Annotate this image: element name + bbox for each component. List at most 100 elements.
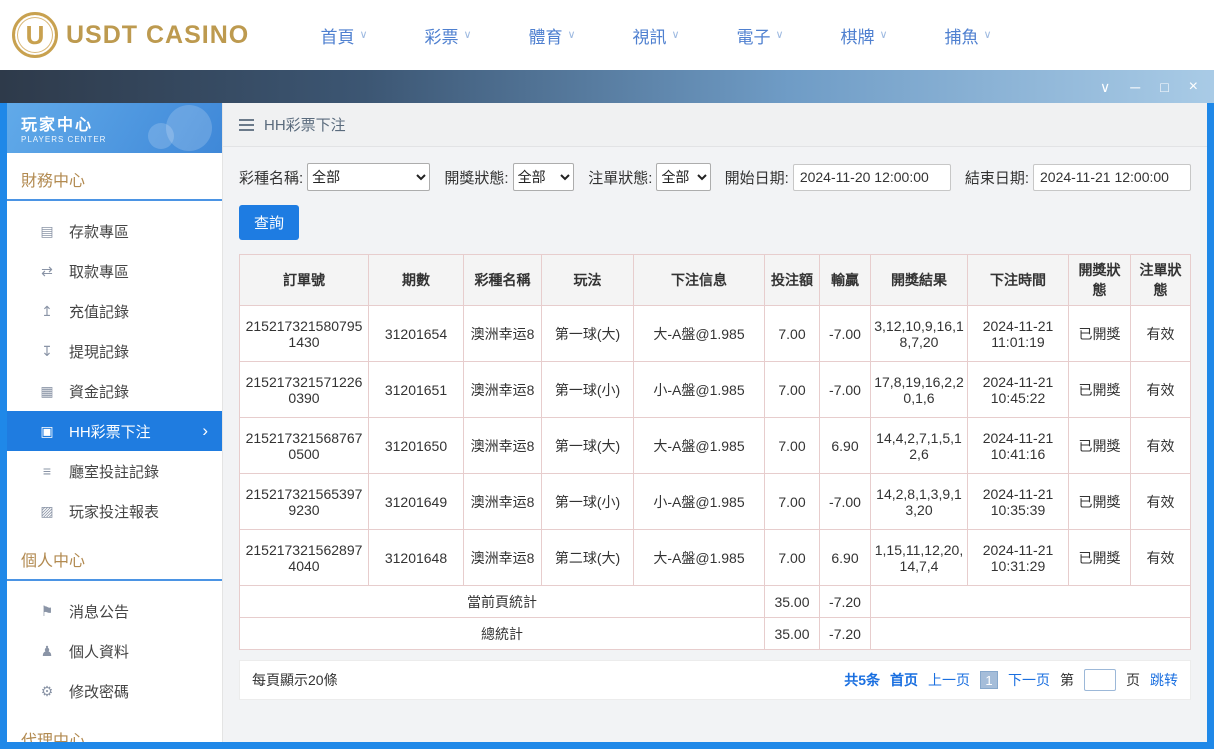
sidebar-item-funds-records[interactable]: ▦ 資金記錄 bbox=[7, 371, 222, 411]
order-status-label: 注單狀態: bbox=[588, 169, 653, 187]
lottery-bet-icon: ▣ bbox=[40, 422, 54, 439]
end-date-input[interactable] bbox=[1033, 163, 1191, 191]
search-button[interactable]: 查詢 bbox=[239, 205, 300, 240]
window-chevron-button[interactable]: ∨ bbox=[1100, 80, 1110, 94]
minimize-button[interactable]: ─ bbox=[1130, 80, 1140, 94]
first-page-link[interactable]: 首页 bbox=[890, 670, 918, 690]
column-header: 彩種名稱 bbox=[463, 254, 542, 306]
summary-winloss-total: -7.20 bbox=[819, 617, 871, 650]
table-cell: -7.00 bbox=[819, 361, 871, 418]
table-cell: 6.90 bbox=[819, 529, 871, 586]
start-date-label: 開始日期: bbox=[724, 169, 789, 187]
sidebar-item-announcements[interactable]: ⚑ 消息公告 bbox=[7, 591, 222, 631]
nav-video[interactable]: 視訊 ∨ bbox=[604, 23, 708, 48]
order-status-select[interactable]: 全部 bbox=[656, 163, 711, 191]
nav-electronic-label: 電子 bbox=[736, 27, 771, 47]
lottery-name-select[interactable]: 全部 bbox=[307, 163, 431, 191]
summary-empty-cell bbox=[870, 617, 1191, 650]
column-header: 開獎狀態 bbox=[1068, 254, 1131, 306]
main-nav: 首頁 ∨ 彩票 ∨ 體育 ∨ 視訊 ∨ 電子 ∨ 棋牌 ∨ 捕魚 ∨ bbox=[292, 23, 1020, 48]
column-header: 玩法 bbox=[541, 254, 634, 306]
nav-fishing[interactable]: 捕魚 ∨ bbox=[916, 23, 1020, 48]
gamepad-icon bbox=[166, 105, 212, 151]
sidebar-item-room-bet-records[interactable]: ≡ 廳室投註記錄 bbox=[7, 451, 222, 491]
sidebar-item-label: 玩家投注報表 bbox=[69, 503, 160, 521]
personal-center-heading: 個人中心 bbox=[7, 533, 222, 581]
logo-emblem-icon: U bbox=[12, 12, 58, 58]
table-cell: 2024-11-21 10:45:22 bbox=[967, 361, 1069, 418]
table-cell: 有效 bbox=[1130, 361, 1191, 418]
sidebar-item-label: 充值記錄 bbox=[69, 303, 130, 321]
start-date-input[interactable] bbox=[792, 163, 951, 191]
table-cell: 已開獎 bbox=[1068, 361, 1131, 418]
table-cell: 第一球(小) bbox=[541, 473, 634, 530]
sidebar-item-hh-lottery-bets[interactable]: ▣ HH彩票下注 › bbox=[7, 411, 222, 451]
end-date-label: 結束日期: bbox=[964, 169, 1029, 187]
sidebar-item-player-bet-report[interactable]: ▨ 玩家投注報表 bbox=[7, 491, 222, 531]
nav-lottery[interactable]: 彩票 ∨ bbox=[396, 23, 500, 48]
table-row: 2152173215653979230 31201649 澳洲幸运8 第一球(小) 小-… bbox=[239, 473, 1191, 530]
table-cell: 31201651 bbox=[368, 361, 464, 418]
summary-winloss-total: -7.20 bbox=[819, 585, 871, 618]
chevron-down-icon: ∨ bbox=[463, 28, 472, 41]
close-button[interactable]: × bbox=[1189, 78, 1198, 95]
sidebar-item-change-password[interactable]: ⚙ 修改密碼 bbox=[7, 671, 222, 711]
table-cell: 6.90 bbox=[819, 417, 871, 474]
nav-sports[interactable]: 體育 ∨ bbox=[500, 23, 604, 48]
page-size-text: 每頁顯示20條 bbox=[252, 672, 338, 688]
column-header: 下注時間 bbox=[967, 254, 1069, 306]
table-row: 2152173215628974040 31201648 澳洲幸运8 第二球(大) 大-… bbox=[239, 529, 1191, 586]
table-cell: 小-A盤@1.985 bbox=[633, 473, 765, 530]
summary-label: 總統計 bbox=[239, 617, 765, 650]
sidebar: 玩家中心 PLAYERS CENTER 財務中心 ▤ 存款專區 ⇄ 取款專區 ↥… bbox=[7, 103, 223, 742]
jump-button[interactable]: 跳转 bbox=[1150, 670, 1178, 690]
table-cell: 2152173215653979230 bbox=[239, 473, 369, 530]
current-page-indicator[interactable]: 1 bbox=[980, 671, 998, 689]
table-cell: 14,2,8,1,3,9,13,20 bbox=[870, 473, 968, 530]
sidebar-item-label: 提現記錄 bbox=[69, 343, 130, 361]
sidebar-item-recharge-records[interactable]: ↥ 充值記錄 bbox=[7, 291, 222, 331]
maximize-button[interactable]: □ bbox=[1160, 80, 1168, 94]
table-cell: 31201654 bbox=[368, 305, 464, 362]
column-header: 期數 bbox=[368, 254, 464, 306]
sidebar-subtitle: PLAYERS CENTER bbox=[21, 135, 107, 144]
sidebar-item-label: HH彩票下注 bbox=[69, 423, 151, 441]
table-cell: 2024-11-21 11:01:19 bbox=[967, 305, 1069, 362]
pagination: 共5条 首页 上一页 1 下一页 第 页 跳转 bbox=[844, 669, 1178, 691]
sidebar-item-profile[interactable]: ♟ 個人資料 bbox=[7, 631, 222, 671]
table-cell: 2152173215687670500 bbox=[239, 417, 369, 474]
sidebar-item-label: 個人資料 bbox=[69, 643, 130, 661]
sidebar-item-withdraw-zone[interactable]: ⇄ 取款專區 bbox=[7, 251, 222, 291]
prev-page-link[interactable]: 上一页 bbox=[928, 670, 970, 690]
brand-logo: U USDT CASINO bbox=[12, 12, 252, 58]
sidebar-item-deposit-zone[interactable]: ▤ 存款專區 bbox=[7, 211, 222, 251]
password-gear-icon: ⚙ bbox=[40, 682, 54, 699]
table-cell: 澳洲幸运8 bbox=[463, 417, 542, 474]
table-cell: 3,12,10,9,16,18,7,20 bbox=[870, 305, 968, 362]
page-jump-input[interactable] bbox=[1084, 669, 1116, 691]
table-cell: 31201650 bbox=[368, 417, 464, 474]
chevron-down-icon: ∨ bbox=[359, 28, 368, 41]
next-page-link[interactable]: 下一页 bbox=[1008, 670, 1050, 690]
summary-bet-total: 35.00 bbox=[764, 617, 820, 650]
window-title-bar: ∨ ─ □ × bbox=[0, 70, 1214, 103]
table-cell: 2024-11-21 10:31:29 bbox=[967, 529, 1069, 586]
draw-status-select[interactable]: 全部 bbox=[512, 163, 575, 191]
sidebar-item-label: 修改密碼 bbox=[69, 683, 130, 701]
table-cell: 2152173215807951430 bbox=[239, 305, 369, 362]
nav-lottery-label: 彩票 bbox=[424, 27, 459, 47]
recharge-record-icon: ↥ bbox=[41, 302, 53, 319]
sidebar-item-label: 消息公告 bbox=[69, 603, 130, 621]
announcement-bell-icon: ⚑ bbox=[40, 602, 54, 619]
nav-electronic[interactable]: 電子 ∨ bbox=[708, 23, 812, 48]
nav-home[interactable]: 首頁 ∨ bbox=[292, 23, 396, 48]
table-cell: 2152173215712260390 bbox=[239, 361, 369, 418]
nav-chess[interactable]: 棋牌 ∨ bbox=[812, 23, 916, 48]
table-cell: 澳洲幸运8 bbox=[463, 305, 542, 362]
table-cell: 2024-11-21 10:41:16 bbox=[967, 417, 1069, 474]
table-cell: 大-A盤@1.985 bbox=[633, 417, 765, 474]
sidebar-item-withdrawal-records[interactable]: ↧ 提現記錄 bbox=[7, 331, 222, 371]
column-header: 輸贏 bbox=[819, 254, 871, 306]
table-cell: 澳洲幸运8 bbox=[463, 361, 542, 418]
table-cell: 有效 bbox=[1130, 529, 1191, 586]
